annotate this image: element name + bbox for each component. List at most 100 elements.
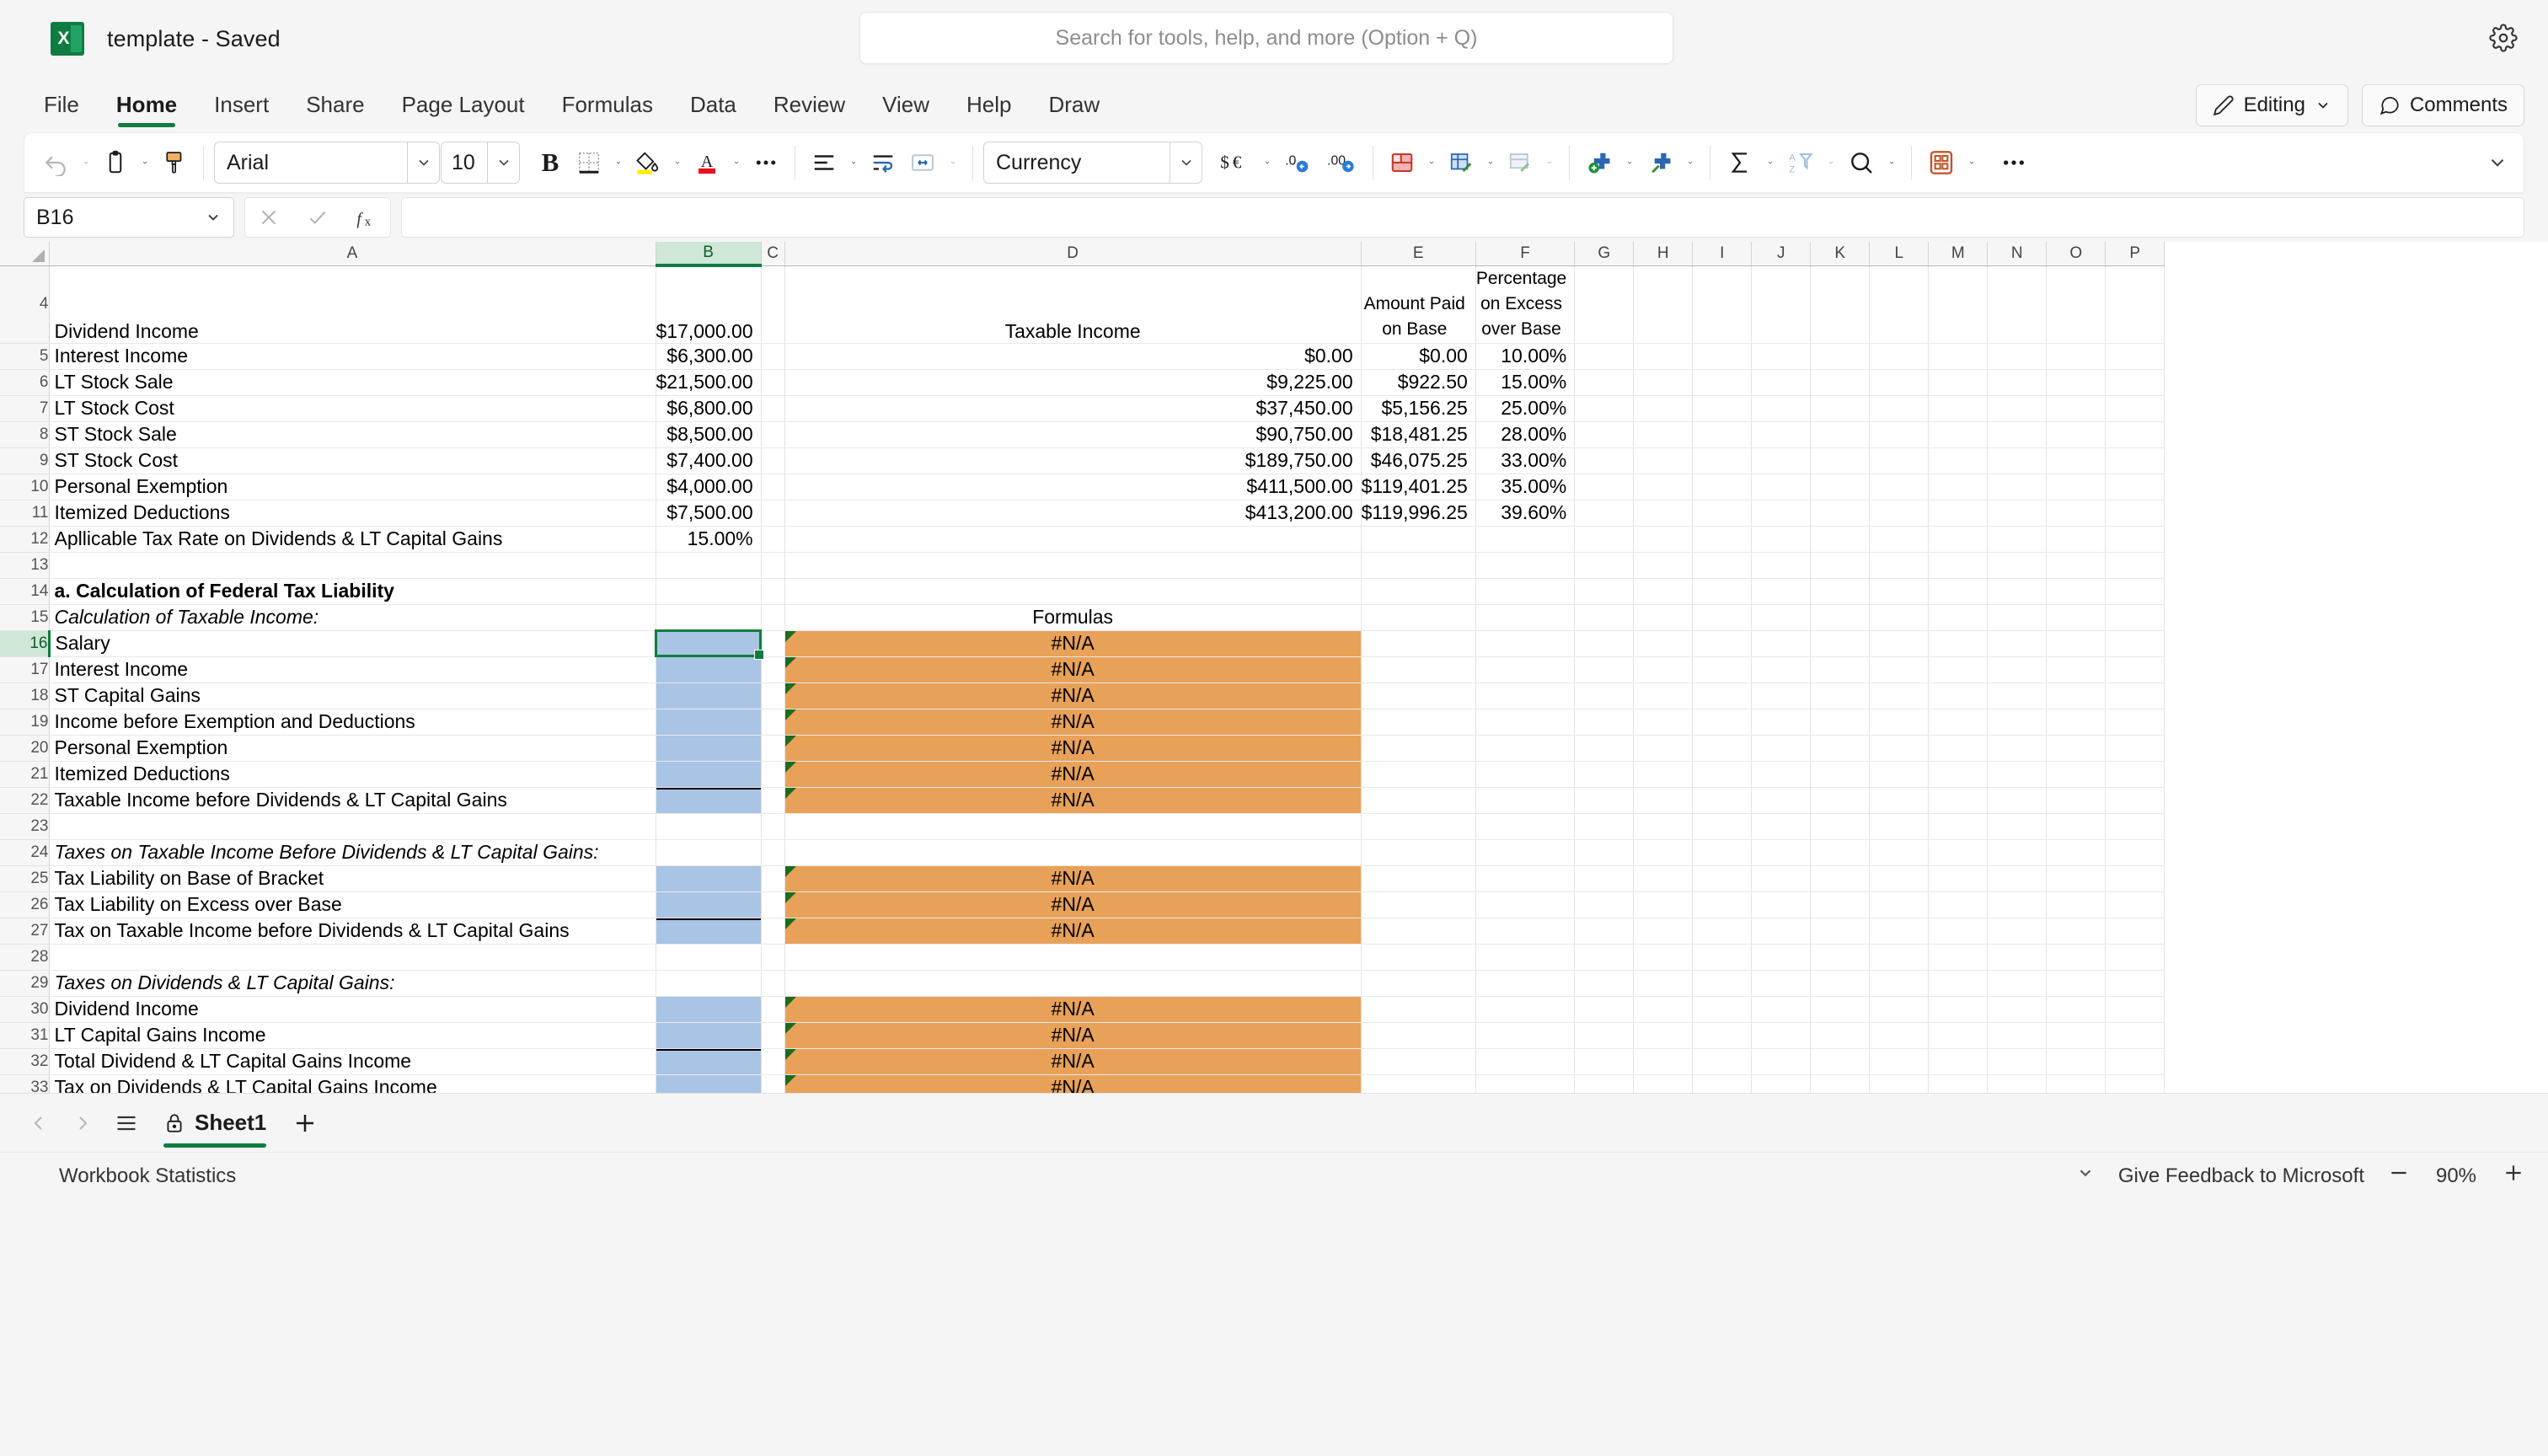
- cell-O5[interactable]: [2046, 343, 2106, 370]
- cell-L33[interactable]: [1869, 1074, 1930, 1093]
- cell-A9[interactable]: ST Stock Cost: [49, 447, 656, 474]
- tab-help[interactable]: Help: [948, 78, 1030, 132]
- cell-D13[interactable]: [784, 552, 1362, 579]
- conditional-formatting-dropdown[interactable]: [1422, 141, 1441, 185]
- statusbar-options-dropdown[interactable]: [2076, 1164, 2095, 1188]
- cell-D15[interactable]: Formulas: [784, 604, 1362, 631]
- cell-M20[interactable]: [1928, 735, 1989, 762]
- cell-A12[interactable]: Apllicable Tax Rate on Dividends & LT Ca…: [49, 526, 656, 553]
- cell-B10[interactable]: $4,000.00: [656, 474, 762, 500]
- cell-A25[interactable]: Tax Liability on Base of Bracket: [49, 865, 656, 892]
- column-header-P[interactable]: P: [2105, 242, 2165, 266]
- cell-E8[interactable]: $18,481.25: [1361, 421, 1476, 448]
- number-format-select[interactable]: Currency: [983, 142, 1202, 184]
- workbook-statistics-label[interactable]: Workbook Statistics: [59, 1164, 236, 1188]
- cell-C12[interactable]: [761, 526, 785, 553]
- cell-C7[interactable]: [761, 395, 785, 422]
- cell-H8[interactable]: [1633, 421, 1694, 448]
- cell-H17[interactable]: [1633, 656, 1694, 683]
- cell-H32[interactable]: [1633, 1048, 1694, 1075]
- cell-B14[interactable]: [656, 578, 762, 605]
- wrap-text-button[interactable]: [864, 141, 902, 185]
- zoom-in-button[interactable]: [2502, 1162, 2524, 1190]
- cell-B32[interactable]: [656, 1048, 762, 1075]
- undo-dropdown[interactable]: [77, 141, 95, 185]
- cell-C10[interactable]: [761, 474, 785, 500]
- format-cells-button[interactable]: [1641, 141, 1679, 185]
- cell-O20[interactable]: [2046, 735, 2106, 762]
- cell-M17[interactable]: [1928, 656, 1989, 683]
- cell-J4[interactable]: [1751, 265, 1812, 344]
- row-header-13[interactable]: 13: [0, 552, 50, 579]
- cell-M27[interactable]: [1928, 918, 1989, 945]
- cell-H24[interactable]: [1633, 839, 1694, 866]
- cell-I22[interactable]: [1692, 787, 1753, 814]
- cell-styles-dropdown[interactable]: [1540, 141, 1559, 185]
- cell-L5[interactable]: [1869, 343, 1930, 370]
- insert-cells-dropdown[interactable]: [1620, 141, 1639, 185]
- autosum-button[interactable]: [1721, 141, 1759, 185]
- cell-F15[interactable]: [1475, 604, 1576, 631]
- cell-G11[interactable]: [1574, 500, 1635, 527]
- cell-K6[interactable]: [1810, 369, 1871, 396]
- row-header-18[interactable]: 18: [0, 682, 50, 709]
- cell-E14[interactable]: [1361, 578, 1476, 605]
- cell-B5[interactable]: $6,300.00: [656, 343, 762, 370]
- cell-L16[interactable]: [1869, 630, 1930, 657]
- cell-B26[interactable]: [656, 891, 762, 918]
- cell-M5[interactable]: [1928, 343, 1989, 370]
- cell-J6[interactable]: [1751, 369, 1812, 396]
- row-header-22[interactable]: 22: [0, 787, 50, 814]
- cell-N30[interactable]: [1987, 996, 2048, 1023]
- cell-B19[interactable]: [656, 709, 762, 736]
- cell-N27[interactable]: [1987, 918, 2048, 945]
- cell-I13[interactable]: [1692, 552, 1753, 579]
- cell-I24[interactable]: [1692, 839, 1753, 866]
- cell-A15[interactable]: Calculation of Taxable Income:: [49, 604, 656, 631]
- cell-I19[interactable]: [1692, 709, 1753, 736]
- cell-N14[interactable]: [1987, 578, 2048, 605]
- cell-M32[interactable]: [1928, 1048, 1989, 1075]
- row-header-8[interactable]: 8: [0, 421, 50, 448]
- cell-H15[interactable]: [1633, 604, 1694, 631]
- cell-B29[interactable]: [656, 970, 762, 997]
- cell-L12[interactable]: [1869, 526, 1930, 553]
- cell-A21[interactable]: Itemized Deductions: [49, 761, 656, 788]
- cell-F18[interactable]: [1475, 682, 1576, 709]
- row-header-16[interactable]: 16: [0, 630, 51, 657]
- cell-F7[interactable]: 25.00%: [1475, 395, 1576, 422]
- cell-L7[interactable]: [1869, 395, 1930, 422]
- cell-P18[interactable]: [2105, 682, 2165, 709]
- cell-E23[interactable]: [1361, 813, 1476, 840]
- cell-C4[interactable]: [761, 265, 785, 344]
- column-header-D[interactable]: D: [784, 242, 1362, 266]
- cell-M7[interactable]: [1928, 395, 1989, 422]
- cell-D22[interactable]: #N/A: [784, 787, 1362, 814]
- cell-L4[interactable]: [1869, 265, 1930, 344]
- cell-I16[interactable]: [1692, 630, 1753, 657]
- cell-B22[interactable]: [656, 787, 762, 814]
- cell-M19[interactable]: [1928, 709, 1989, 736]
- row-header-7[interactable]: 7: [0, 395, 50, 422]
- cell-F11[interactable]: 39.60%: [1475, 500, 1576, 527]
- cell-P16[interactable]: [2105, 630, 2165, 657]
- cell-K18[interactable]: [1810, 682, 1871, 709]
- cell-O33[interactable]: [2046, 1074, 2106, 1093]
- tab-data[interactable]: Data: [672, 78, 755, 132]
- cell-C19[interactable]: [761, 709, 785, 736]
- cell-P7[interactable]: [2105, 395, 2165, 422]
- format-cells-dropdown[interactable]: [1681, 141, 1700, 185]
- cell-A7[interactable]: LT Stock Cost: [49, 395, 656, 422]
- cell-H31[interactable]: [1633, 1022, 1694, 1049]
- cell-K16[interactable]: [1810, 630, 1871, 657]
- cell-M6[interactable]: [1928, 369, 1989, 396]
- column-header-G[interactable]: G: [1574, 242, 1635, 266]
- cell-A27[interactable]: Tax on Taxable Income before Dividends &…: [49, 918, 656, 945]
- cell-G30[interactable]: [1574, 996, 1635, 1023]
- cell-D26[interactable]: #N/A: [784, 891, 1362, 918]
- cell-B9[interactable]: $7,400.00: [656, 447, 762, 474]
- cell-J11[interactable]: [1751, 500, 1812, 527]
- cell-K13[interactable]: [1810, 552, 1871, 579]
- cell-A10[interactable]: Personal Exemption: [49, 474, 656, 500]
- cell-M30[interactable]: [1928, 996, 1989, 1023]
